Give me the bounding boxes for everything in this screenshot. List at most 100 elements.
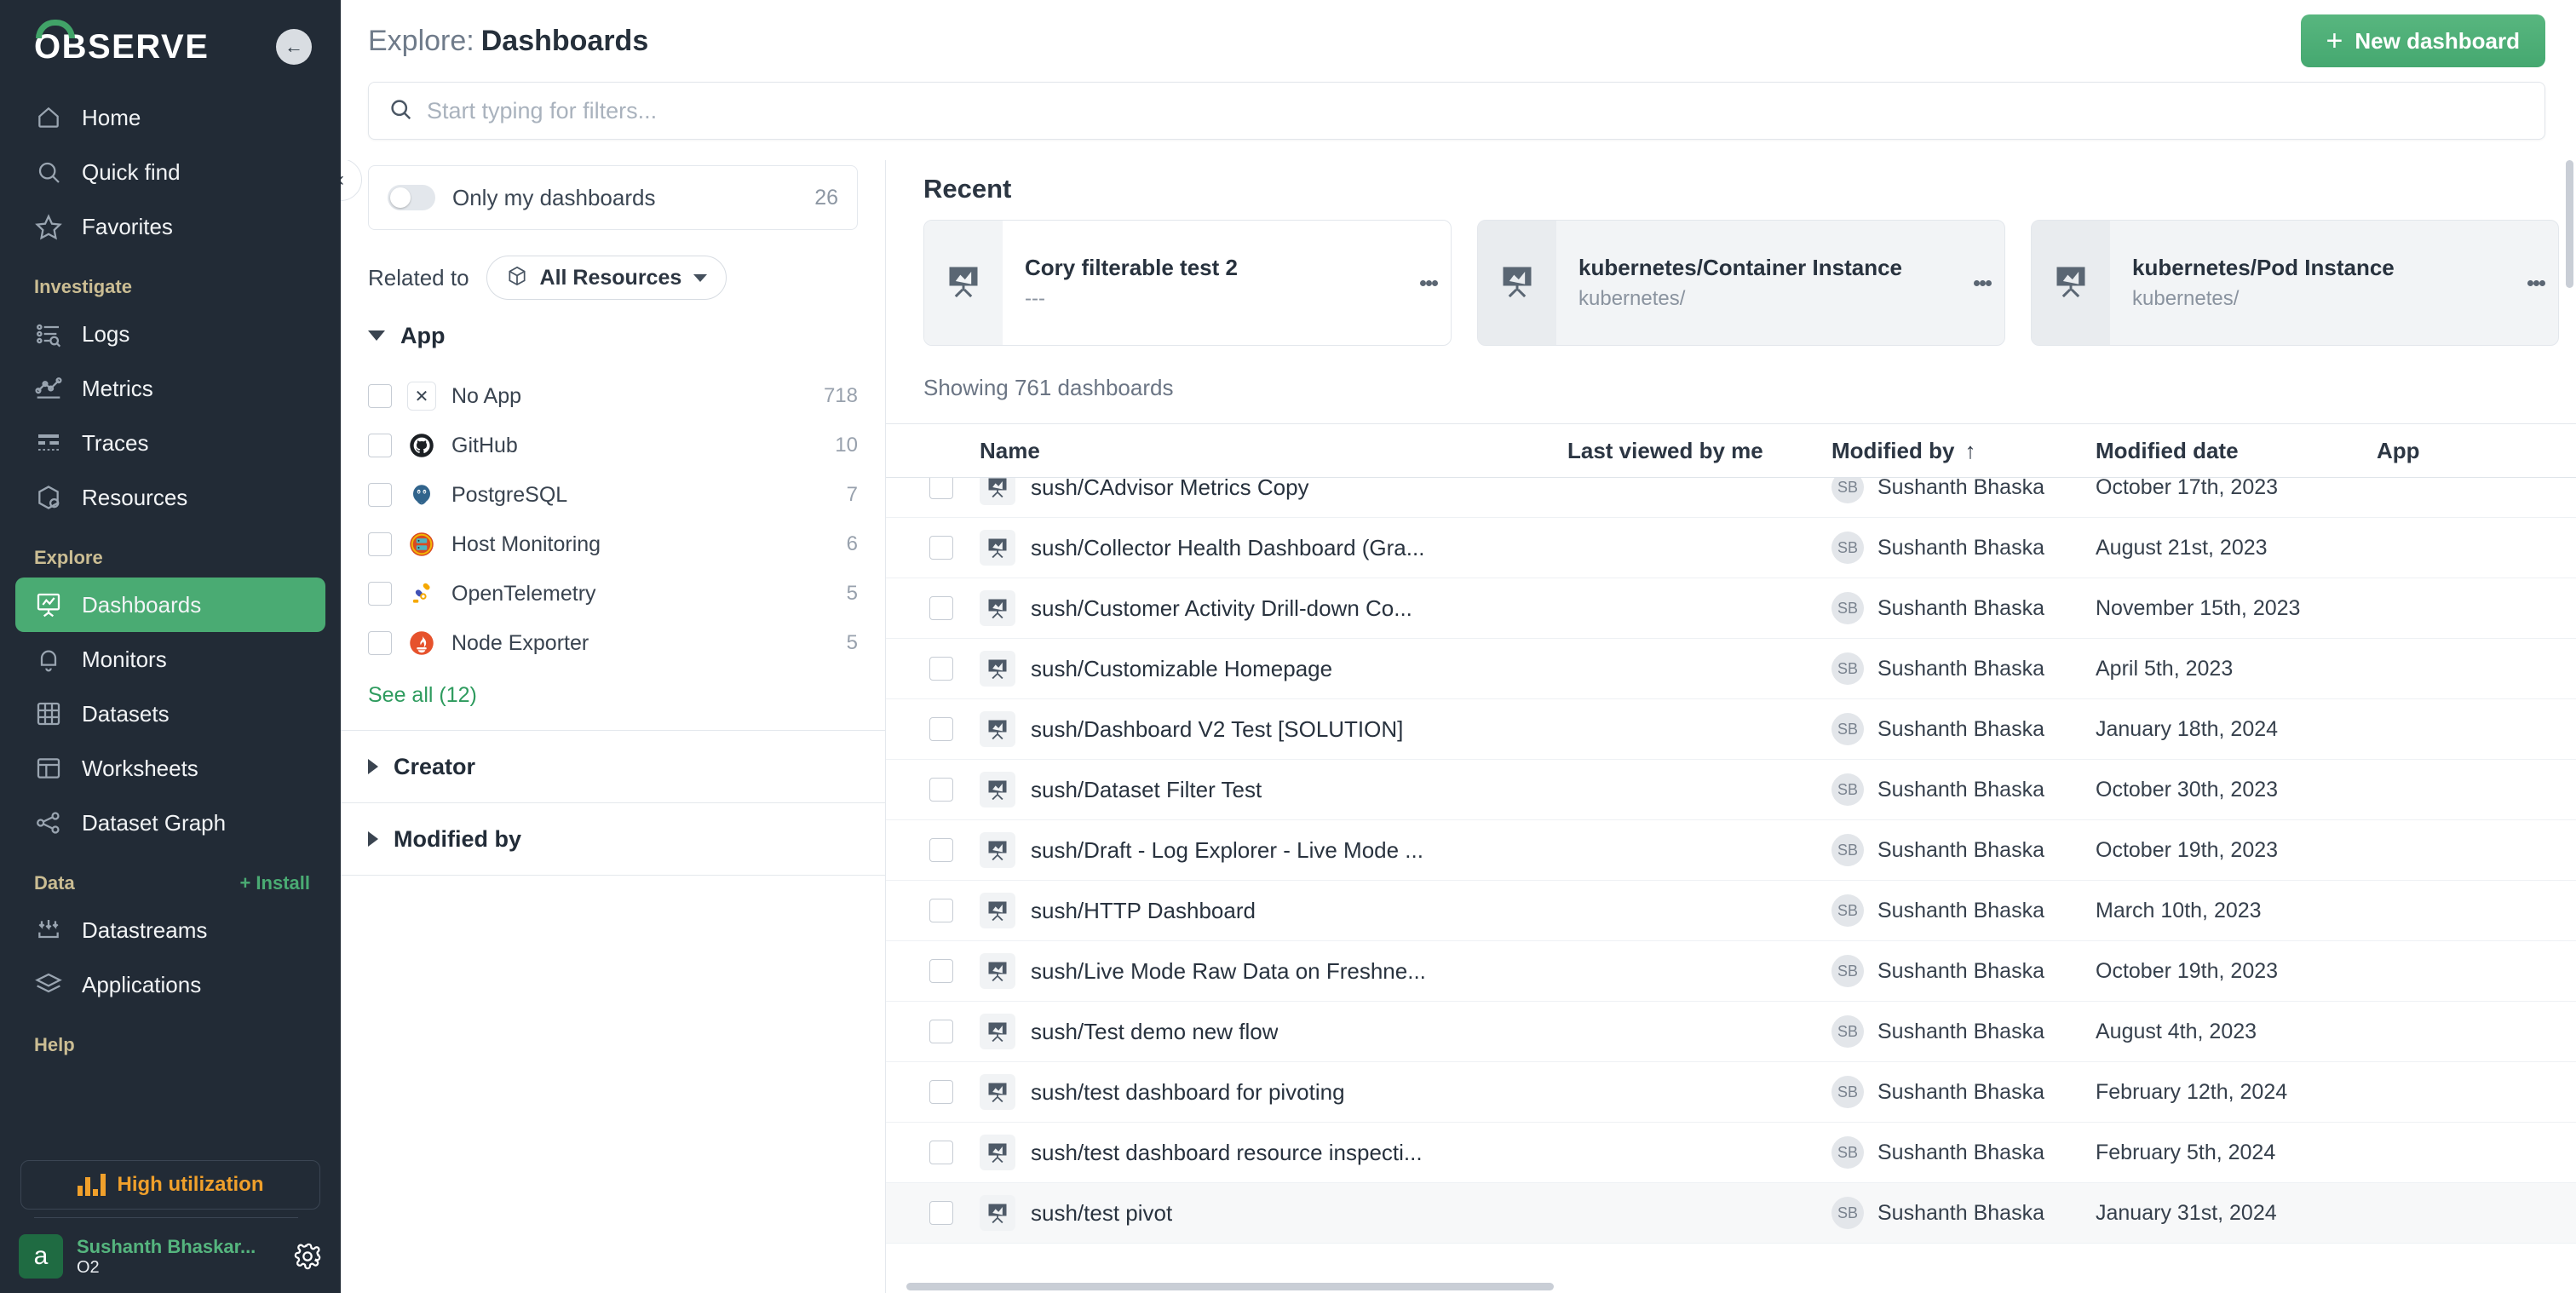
row-name-cell[interactable]: sush/Dataset Filter Test: [980, 772, 1567, 807]
horizontal-scrollbar[interactable]: [906, 1283, 1554, 1290]
row-name-cell[interactable]: sush/test dashboard resource inspecti...: [980, 1135, 1567, 1170]
column-header-app[interactable]: App: [2377, 438, 2576, 464]
row-checkbox-cell[interactable]: [903, 959, 980, 983]
facet-option-opentelemetry[interactable]: OpenTelemetry 5: [368, 569, 858, 618]
facet-option-github[interactable]: GitHub 10: [368, 421, 858, 470]
row-checkbox-cell[interactable]: [903, 536, 980, 560]
recent-card[interactable]: Cory filterable test 2 ---: [923, 220, 1452, 346]
row-name-cell[interactable]: sush/Live Mode Raw Data on Freshne...: [980, 953, 1567, 989]
row-name-cell[interactable]: sush/Dashboard V2 Test [SOLUTION]: [980, 711, 1567, 747]
table-row[interactable]: sush/Live Mode Raw Data on Freshne... SB…: [886, 941, 2576, 1002]
row-checkbox-cell[interactable]: [903, 778, 980, 802]
search-input[interactable]: [427, 97, 2526, 124]
column-header-modified-by[interactable]: Modified by ↑: [1831, 438, 2096, 464]
checkbox[interactable]: [929, 717, 953, 741]
user-account-row[interactable]: a Sushanth Bhaskar... O2: [0, 1220, 341, 1293]
vertical-scrollbar[interactable]: [2566, 160, 2573, 288]
checkbox[interactable]: [929, 778, 953, 802]
table-row[interactable]: sush/Draft - Log Explorer - Live Mode ..…: [886, 820, 2576, 881]
checkbox[interactable]: [929, 596, 953, 620]
checkbox[interactable]: [929, 536, 953, 560]
install-link[interactable]: + Install: [239, 872, 310, 894]
sidebar-item-logs[interactable]: Logs: [15, 307, 325, 361]
row-checkbox-cell[interactable]: [903, 475, 980, 499]
sidebar-item-worksheets[interactable]: Worksheets: [15, 741, 325, 796]
checkbox[interactable]: [368, 483, 392, 507]
checkbox[interactable]: [929, 657, 953, 681]
row-checkbox-cell[interactable]: [903, 657, 980, 681]
row-checkbox-cell[interactable]: [903, 1201, 980, 1225]
filter-search-bar[interactable]: [368, 82, 2545, 140]
checkbox[interactable]: [929, 959, 953, 983]
sidebar-item-dashboards[interactable]: Dashboards: [15, 578, 325, 632]
checkbox[interactable]: [368, 384, 392, 408]
sidebar-item-dataset-graph[interactable]: Dataset Graph: [15, 796, 325, 850]
sidebar-item-applications[interactable]: Applications: [15, 957, 325, 1012]
sidebar-item-traces[interactable]: Traces: [15, 416, 325, 470]
only-my-dashboards-toggle[interactable]: [388, 185, 435, 210]
column-header-name[interactable]: Name: [980, 438, 1567, 464]
checkbox[interactable]: [368, 532, 392, 556]
facet-option-postgresql[interactable]: PostgreSQL 7: [368, 470, 858, 520]
row-name-cell[interactable]: sush/test pivot: [980, 1195, 1567, 1231]
checkbox[interactable]: [929, 1201, 953, 1225]
row-checkbox-cell[interactable]: [903, 1080, 980, 1104]
column-header-modified-date[interactable]: Modified date: [2096, 438, 2377, 464]
checkbox[interactable]: [929, 899, 953, 922]
sidebar-item-datasets[interactable]: Datasets: [15, 687, 325, 741]
row-checkbox-cell[interactable]: [903, 717, 980, 741]
checkbox[interactable]: [929, 475, 953, 499]
row-checkbox-cell[interactable]: [903, 1020, 980, 1043]
sidebar-item-favorites[interactable]: Favorites: [15, 199, 325, 254]
row-name-cell[interactable]: sush/Customer Activity Drill-down Co...: [980, 590, 1567, 626]
table-row[interactable]: sush/Customizable Homepage SB Sushanth B…: [886, 639, 2576, 699]
new-dashboard-button[interactable]: + New dashboard: [2300, 14, 2545, 67]
table-row[interactable]: sush/Dataset Filter Test SB Sushanth Bha…: [886, 760, 2576, 820]
facet-app-header[interactable]: App: [368, 300, 858, 371]
row-name-cell[interactable]: sush/Draft - Log Explorer - Live Mode ..…: [980, 832, 1567, 868]
table-row[interactable]: sush/test dashboard for pivoting SB Sush…: [886, 1062, 2576, 1123]
facet-see-all-link[interactable]: See all (12): [368, 668, 858, 730]
row-checkbox-cell[interactable]: [903, 1141, 980, 1164]
row-name-cell[interactable]: sush/Test demo new flow: [980, 1014, 1567, 1049]
sidebar-item-quick-find[interactable]: Quick find: [15, 145, 325, 199]
checkbox[interactable]: [929, 1020, 953, 1043]
row-name-cell[interactable]: sush/HTTP Dashboard: [980, 893, 1567, 928]
table-row[interactable]: sush/Customer Activity Drill-down Co... …: [886, 578, 2576, 639]
column-header-last-viewed[interactable]: Last viewed by me: [1567, 438, 1831, 464]
row-checkbox-cell[interactable]: [903, 838, 980, 862]
card-more-menu-button[interactable]: [1406, 221, 1451, 345]
related-to-dropdown[interactable]: All Resources: [486, 256, 727, 300]
checkbox[interactable]: [929, 1141, 953, 1164]
sidebar-item-home[interactable]: Home: [15, 90, 325, 145]
recent-card[interactable]: kubernetes/Pod Instance kubernetes/: [2031, 220, 2559, 346]
card-more-menu-button[interactable]: [1960, 221, 2004, 345]
checkbox[interactable]: [368, 582, 392, 606]
facet-option-node-exporter[interactable]: Node Exporter 5: [368, 618, 858, 668]
sidebar-item-datastreams[interactable]: Datastreams: [15, 903, 325, 957]
row-name-cell[interactable]: sush/test dashboard for pivoting: [980, 1074, 1567, 1110]
checkbox[interactable]: [929, 1080, 953, 1104]
row-name-cell[interactable]: sush/Collector Health Dashboard (Gra...: [980, 530, 1567, 566]
sidebar-collapse-button[interactable]: ←: [276, 29, 312, 65]
table-row[interactable]: sush/HTTP Dashboard SB Sushanth Bhaska M…: [886, 881, 2576, 941]
row-checkbox-cell[interactable]: [903, 596, 980, 620]
checkbox[interactable]: [929, 838, 953, 862]
sidebar-item-monitors[interactable]: Monitors: [15, 632, 325, 687]
row-name-cell[interactable]: sush/Customizable Homepage: [980, 651, 1567, 687]
checkbox[interactable]: [368, 434, 392, 457]
facet-modified-by-header[interactable]: Modified by: [368, 803, 858, 875]
table-row[interactable]: sush/Collector Health Dashboard (Gra... …: [886, 518, 2576, 578]
sidebar-item-resources[interactable]: Resources: [15, 470, 325, 525]
high-utilization-badge[interactable]: High utilization: [20, 1160, 320, 1210]
card-more-menu-button[interactable]: [2514, 221, 2558, 345]
row-checkbox-cell[interactable]: [903, 899, 980, 922]
recent-card[interactable]: kubernetes/Container Instance kubernetes…: [1477, 220, 2005, 346]
checkbox[interactable]: [368, 631, 392, 655]
sidebar-item-metrics[interactable]: Metrics: [15, 361, 325, 416]
table-row[interactable]: sush/Dashboard V2 Test [SOLUTION] SB Sus…: [886, 699, 2576, 760]
filter-panel-collapse-button[interactable]: ‹: [341, 160, 362, 201]
only-my-dashboards-toggle-row[interactable]: Only my dashboards 26: [368, 165, 858, 230]
table-row[interactable]: sush/test pivot SB Sushanth Bhaska Janua…: [886, 1183, 2576, 1244]
gear-icon[interactable]: [293, 1242, 322, 1271]
